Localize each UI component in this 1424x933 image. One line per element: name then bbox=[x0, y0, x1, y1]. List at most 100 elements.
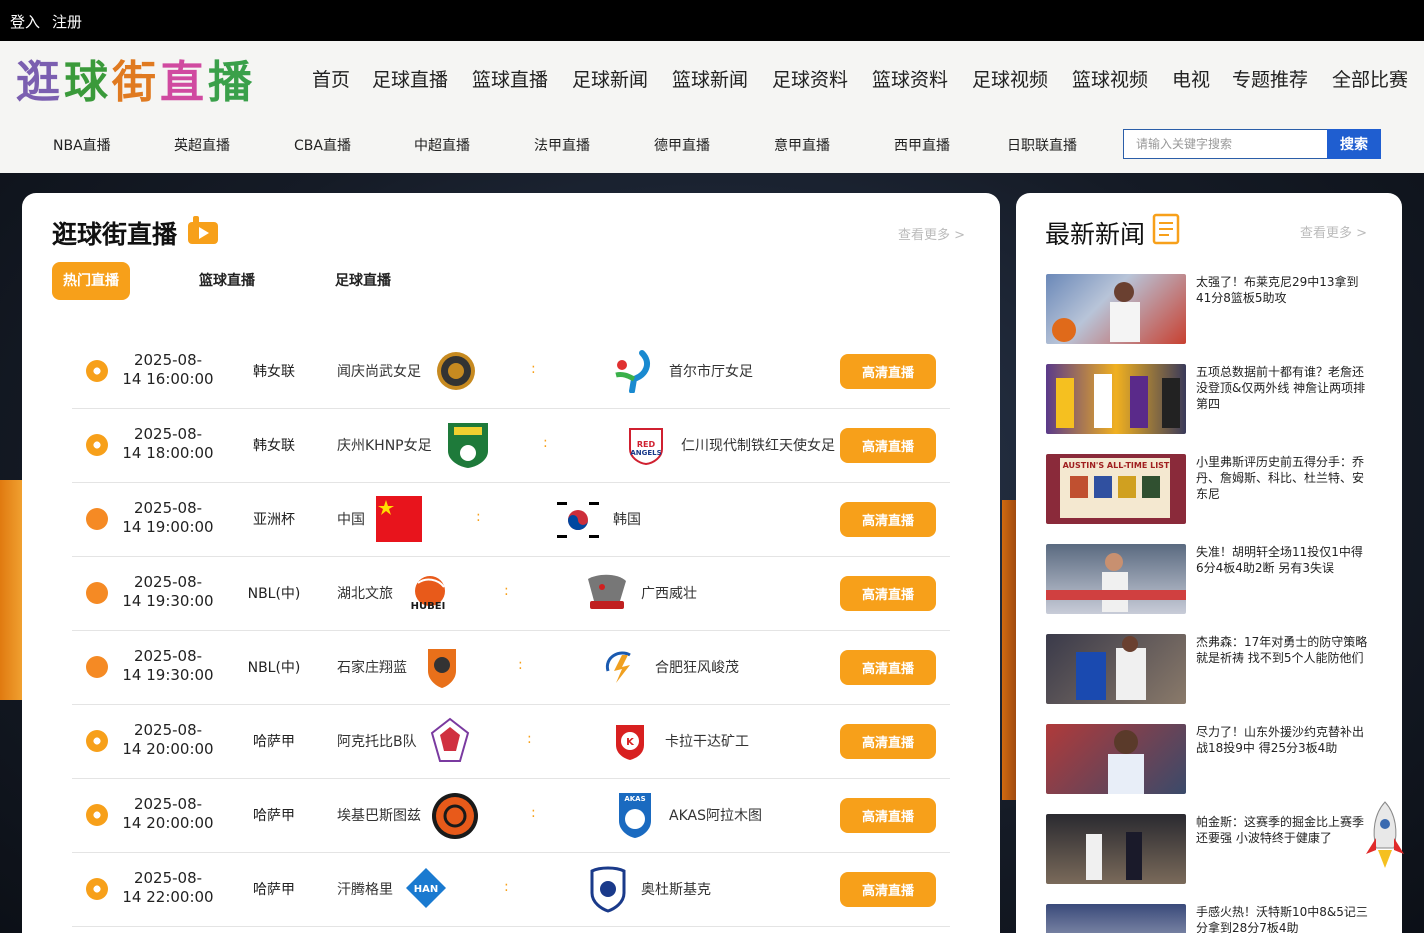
nav-soccer-data[interactable]: 足球资料 bbox=[772, 65, 848, 92]
away-team: 韩国 bbox=[613, 512, 641, 528]
news-item[interactable]: AUSTIN'S ALL-TIME LIST 小里弗斯评历史前五得分手：乔丹、詹… bbox=[1046, 454, 1376, 524]
hd-live-button[interactable]: 高清直播 bbox=[840, 354, 936, 389]
nav-basketball-video[interactable]: 篮球视频 bbox=[1072, 65, 1148, 92]
news-item[interactable]: 帕金斯：这赛季的掘金比上赛季还要强 小波特终于健康了 bbox=[1046, 814, 1376, 884]
home-team: 石家庄翔蓝 bbox=[337, 660, 407, 676]
nav-basketball-news[interactable]: 篮球新闻 bbox=[672, 65, 748, 92]
news-item[interactable]: 太强了！布莱克尼29中13拿到41分8篮板5助攻 bbox=[1046, 274, 1376, 344]
nav-all-matches[interactable]: 全部比赛 bbox=[1332, 65, 1408, 92]
china-flag-icon bbox=[376, 496, 422, 542]
login-link[interactable]: 登入 bbox=[10, 11, 40, 32]
match-row: 2025-08- 14 20:00:00 哈萨甲 阿克托比B队 : K 卡拉干达矿… bbox=[72, 705, 950, 779]
score-separator: : bbox=[531, 805, 536, 821]
nav-soccer-video[interactable]: 足球视频 bbox=[972, 65, 1048, 92]
nav-home[interactable]: 首页 bbox=[312, 65, 350, 92]
match-time: 2025-08- 14 16:00:00 bbox=[122, 351, 214, 388]
site-logo[interactable]: 逛球街直播 bbox=[16, 53, 291, 109]
subnav-csl[interactable]: 中超直播 bbox=[414, 135, 470, 155]
basketball-icon bbox=[86, 656, 108, 678]
score-separator: : bbox=[518, 657, 523, 673]
match-row: 2025-08- 14 19:00:00 亚洲杯 中国 : 韩国 高清直播 bbox=[72, 483, 950, 557]
news-panel-title: 最新新闻 bbox=[1045, 220, 1146, 249]
svg-text:ANGELS: ANGELS bbox=[630, 449, 661, 457]
register-link[interactable]: 注册 bbox=[52, 11, 82, 32]
home-team: 湖北文旅 bbox=[337, 586, 393, 602]
background-decoration bbox=[0, 480, 22, 700]
hd-live-button[interactable]: 高清直播 bbox=[840, 502, 936, 537]
subnav-seriea[interactable]: 意甲直播 bbox=[774, 135, 830, 155]
hd-live-button[interactable]: 高清直播 bbox=[840, 650, 936, 685]
match-time: 2025-08- 14 19:00:00 bbox=[122, 499, 214, 536]
news-thumbnail bbox=[1046, 274, 1186, 344]
home-team-logo: HUBEI bbox=[411, 576, 445, 612]
subnav-epl[interactable]: 英超直播 bbox=[174, 135, 230, 155]
away-team: 首尔市厅女足 bbox=[669, 364, 753, 380]
hd-live-button[interactable]: 高清直播 bbox=[840, 872, 936, 907]
home-team-logo bbox=[428, 649, 456, 688]
away-team-logo bbox=[588, 574, 626, 609]
svg-text:HAN: HAN bbox=[414, 884, 438, 895]
subnav-laliga[interactable]: 西甲直播 bbox=[894, 135, 950, 155]
nav-basketball-data[interactable]: 篮球资料 bbox=[872, 65, 948, 92]
soccer-icon bbox=[86, 730, 108, 752]
nav-soccer-news[interactable]: 足球新闻 bbox=[572, 65, 648, 92]
home-team: 汗腾格里 bbox=[337, 882, 393, 898]
news-more-link[interactable]: 查看更多 > bbox=[1300, 222, 1367, 241]
match-time: 2025-08- 14 19:30:00 bbox=[122, 647, 214, 684]
away-team: AKAS阿拉木图 bbox=[669, 808, 762, 824]
tab-basketball-live[interactable]: 篮球直播 bbox=[188, 262, 266, 300]
news-item[interactable]: 五项总数据前十都有谁？老詹还没登顶&仅两外线 神詹让两项排第四 bbox=[1046, 364, 1376, 434]
news-item[interactable]: 尽力了！山东外援沙约克替补出战18投9中 得25分3板4助 bbox=[1046, 724, 1376, 794]
subnav-nba[interactable]: NBA直播 bbox=[53, 135, 111, 155]
nav-tv[interactable]: 电视 bbox=[1172, 65, 1210, 92]
match-row: 2025-08- 14 22:00:00 哈萨甲 汗腾格里 HAN : 奥杜斯基克… bbox=[72, 853, 950, 927]
back-to-top-rocket-icon[interactable] bbox=[1362, 800, 1408, 870]
basketball-icon bbox=[86, 508, 108, 530]
score-separator: : bbox=[531, 361, 536, 377]
nav-basketball-live[interactable]: 篮球直播 bbox=[472, 65, 548, 92]
news-item[interactable]: 手感火热！沃特斯10中8&5记三分拿到28分7板4助 bbox=[1046, 904, 1376, 933]
subnav-ligue1[interactable]: 法甲直播 bbox=[534, 135, 590, 155]
away-team: 仁川现代制铁红天使女足 bbox=[681, 438, 835, 454]
search-input[interactable]: 请输入关键字搜索 bbox=[1123, 129, 1327, 159]
live-more-link[interactable]: 查看更多 > bbox=[898, 224, 965, 243]
news-item[interactable]: 失准！胡明轩全场11投仅1中得6分4板4助2断 另有3失误 bbox=[1046, 544, 1376, 614]
subnav-bundesliga[interactable]: 德甲直播 bbox=[654, 135, 710, 155]
match-league: 韩女联 bbox=[253, 364, 295, 380]
home-team: 闻庆尚武女足 bbox=[337, 364, 421, 380]
match-league: 哈萨甲 bbox=[253, 808, 295, 824]
nav-soccer-live[interactable]: 足球直播 bbox=[372, 65, 448, 92]
subnav-cba[interactable]: CBA直播 bbox=[294, 135, 351, 155]
home-team: 中国 bbox=[337, 512, 365, 528]
tab-hot-live[interactable]: 热门直播 bbox=[52, 262, 130, 300]
soccer-icon bbox=[86, 804, 108, 826]
score-separator: : bbox=[543, 435, 548, 451]
away-team-logo bbox=[590, 866, 626, 913]
match-league: 亚洲杯 bbox=[253, 512, 295, 528]
news-thumbnail bbox=[1046, 634, 1186, 704]
match-time: 2025-08- 14 20:00:00 bbox=[122, 721, 214, 758]
hd-live-button[interactable]: 高清直播 bbox=[840, 576, 936, 611]
top-bar: 登入 注册 bbox=[0, 0, 1424, 41]
hd-live-button[interactable]: 高清直播 bbox=[840, 798, 936, 833]
hd-live-button[interactable]: 高清直播 bbox=[840, 724, 936, 759]
background-decoration bbox=[1002, 500, 1016, 800]
tv-play-icon bbox=[188, 216, 218, 244]
svg-text:AUSTIN'S ALL-TIME LIST: AUSTIN'S ALL-TIME LIST bbox=[1063, 461, 1170, 470]
match-league: NBL(中) bbox=[247, 660, 301, 676]
match-time: 2025-08- 14 20:00:00 bbox=[122, 795, 214, 832]
subnav-jleague[interactable]: 日职联直播 bbox=[1007, 135, 1077, 155]
hd-live-button[interactable]: 高清直播 bbox=[840, 428, 936, 463]
nav-topics[interactable]: 专题推荐 bbox=[1232, 65, 1308, 92]
logo-graphic: 逛球街直播 bbox=[16, 57, 256, 108]
search-button[interactable]: 搜索 bbox=[1327, 129, 1381, 159]
tab-soccer-live[interactable]: 足球直播 bbox=[324, 262, 402, 300]
svg-text:逛球街直播: 逛球街直播 bbox=[16, 57, 256, 108]
news-item[interactable]: 杰弗森：17年对勇士的防守策略就是祈祷 找不到5个人能防他们 bbox=[1046, 634, 1376, 704]
match-time: 2025-08- 14 19:30:00 bbox=[122, 573, 214, 610]
korea-flag-icon bbox=[554, 496, 602, 544]
news-thumbnail bbox=[1046, 724, 1186, 794]
score-separator: : bbox=[504, 583, 509, 599]
live-panel-title: 逛球街直播 bbox=[52, 220, 178, 249]
match-row: 2025-08- 14 16:00:00 韩女联 闻庆尚武女足 : 首尔市厅女足 … bbox=[72, 335, 950, 409]
